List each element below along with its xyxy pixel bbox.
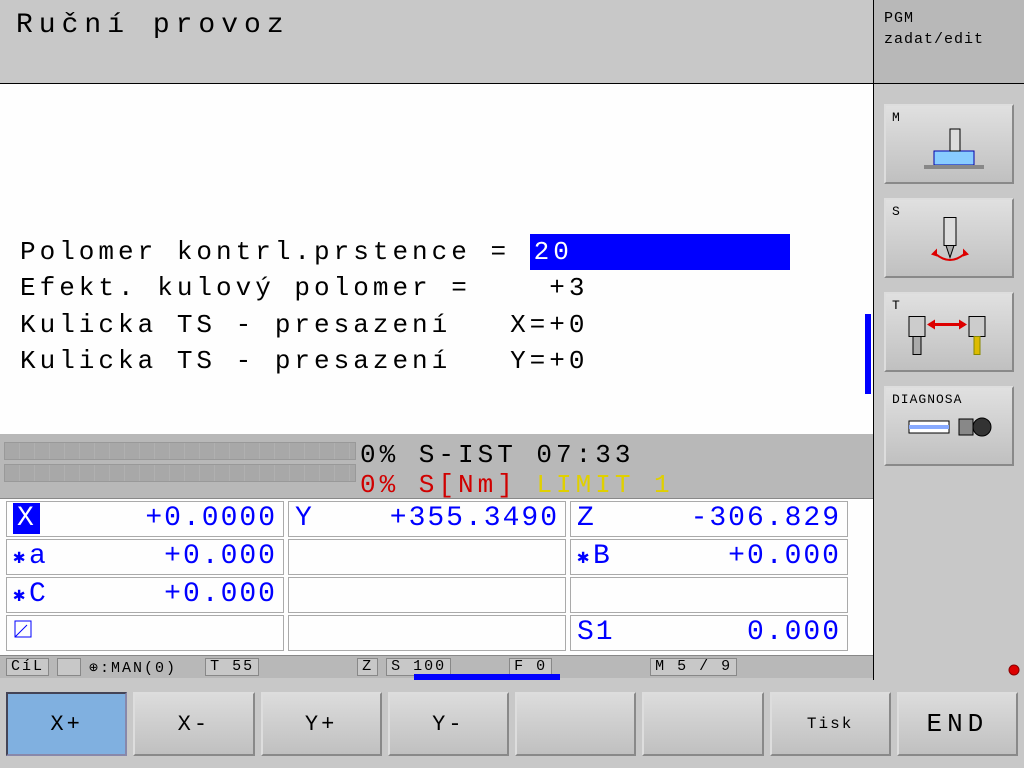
- status-snm: 0% S[Nm] LIMIT 1: [360, 470, 873, 500]
- param-value[interactable]: 20: [530, 234, 790, 270]
- coord-C: ✱C+0.000: [6, 577, 284, 613]
- load-bars: [0, 438, 360, 494]
- param-label: Polomer kontrl.prstence =: [20, 234, 530, 270]
- side-softkey-DIAGNOSA[interactable]: DIAGNOSA: [884, 386, 1014, 466]
- param-value[interactable]: +3: [549, 270, 588, 306]
- param-label: Kulicka TS - presazení Y=: [20, 343, 549, 379]
- side-softkey-S[interactable]: S: [884, 198, 1014, 278]
- softkey-label: DIAGNOSA: [892, 392, 962, 407]
- param-label: Efekt. kulový polomer =: [20, 270, 549, 306]
- bs-blank: [57, 658, 81, 676]
- softkey-Tisk[interactable]: Tisk: [770, 692, 891, 756]
- diag-icon: [904, 413, 994, 447]
- geometry-icon: [13, 619, 33, 639]
- coord-a: ✱a+0.000: [6, 539, 284, 575]
- pgm-sublabel: zadat/edit: [884, 29, 1014, 50]
- bs-cil: CíL: [6, 658, 49, 676]
- softkey-X-[interactable]: X-: [133, 692, 254, 756]
- corner-icon: [1008, 664, 1020, 676]
- bs-m: M 5 / 9: [650, 658, 737, 676]
- horizontal-softkeys: X+X-Y+Y- TiskEND: [0, 680, 1024, 768]
- scroll-indicator[interactable]: [865, 314, 871, 394]
- tool-icon: [899, 306, 999, 365]
- spindle-icon: [919, 212, 979, 271]
- bs-t: T 55: [205, 658, 259, 676]
- param-value[interactable]: +0: [549, 307, 588, 343]
- side-softkey-T[interactable]: T: [884, 292, 1014, 372]
- status-sist: 0% S-IST 07:33: [360, 440, 873, 470]
- coord-cell: [288, 577, 566, 613]
- param-label: Kulicka TS - presazení X=: [20, 307, 549, 343]
- mode-title: Ruční provoz: [0, 0, 874, 83]
- softkey-label: M: [892, 110, 901, 125]
- coord-B: ✱B+0.000: [570, 539, 848, 575]
- bottom-status-bar: CíL ⊕:MAN(0) T 55 Z S 100 F 0 M 5 / 9: [0, 656, 873, 678]
- softkey-Y+[interactable]: Y+: [261, 692, 382, 756]
- status-panel: 0% S-IST 07:33 0% S[Nm] LIMIT 1: [0, 434, 873, 498]
- pgm-mode[interactable]: PGM zadat/edit: [874, 0, 1024, 83]
- coord-cell: [288, 615, 566, 651]
- coord-cell: [6, 615, 284, 651]
- param-line-2: Kulicka TS - presazení X=+0: [20, 307, 853, 343]
- param-value[interactable]: +0: [549, 343, 588, 379]
- pgm-label: PGM: [884, 8, 1014, 29]
- softkey-empty-4[interactable]: [515, 692, 636, 756]
- softkey-Y-[interactable]: Y-: [388, 692, 509, 756]
- param-line-1: Efekt. kulový polomer = +3: [20, 270, 853, 306]
- coord-Z: Z-306.829: [570, 501, 848, 537]
- parameter-panel: Polomer kontrl.prstence = 20Efekt. kulov…: [0, 84, 873, 434]
- progress-bar: [414, 674, 560, 680]
- bs-man: ⊕:MAN(0): [89, 658, 177, 677]
- side-softkey-M[interactable]: M: [884, 104, 1014, 184]
- vertical-softkeys: M S T DIAGNOSA: [874, 84, 1024, 680]
- position-display: X+0.0000Y+355.3490Z-306.829 ✱a+0.000 ✱B+0.…: [0, 498, 873, 656]
- softkey-END[interactable]: END: [897, 692, 1018, 756]
- machine-icon: [914, 121, 984, 175]
- softkey-X+[interactable]: X+: [6, 692, 127, 756]
- bs-z: Z: [357, 658, 378, 676]
- coord-X: X+0.0000: [6, 501, 284, 537]
- coord-cell: [570, 577, 848, 613]
- coord-Y: Y+355.3490: [288, 501, 566, 537]
- softkey-label: S: [892, 204, 901, 219]
- param-line-0: Polomer kontrl.prstence = 20: [20, 234, 853, 270]
- coord-S1: S10.000: [570, 615, 848, 651]
- coord-cell: [288, 539, 566, 575]
- param-line-3: Kulicka TS - presazení Y=+0: [20, 343, 853, 379]
- softkey-empty-5[interactable]: [642, 692, 763, 756]
